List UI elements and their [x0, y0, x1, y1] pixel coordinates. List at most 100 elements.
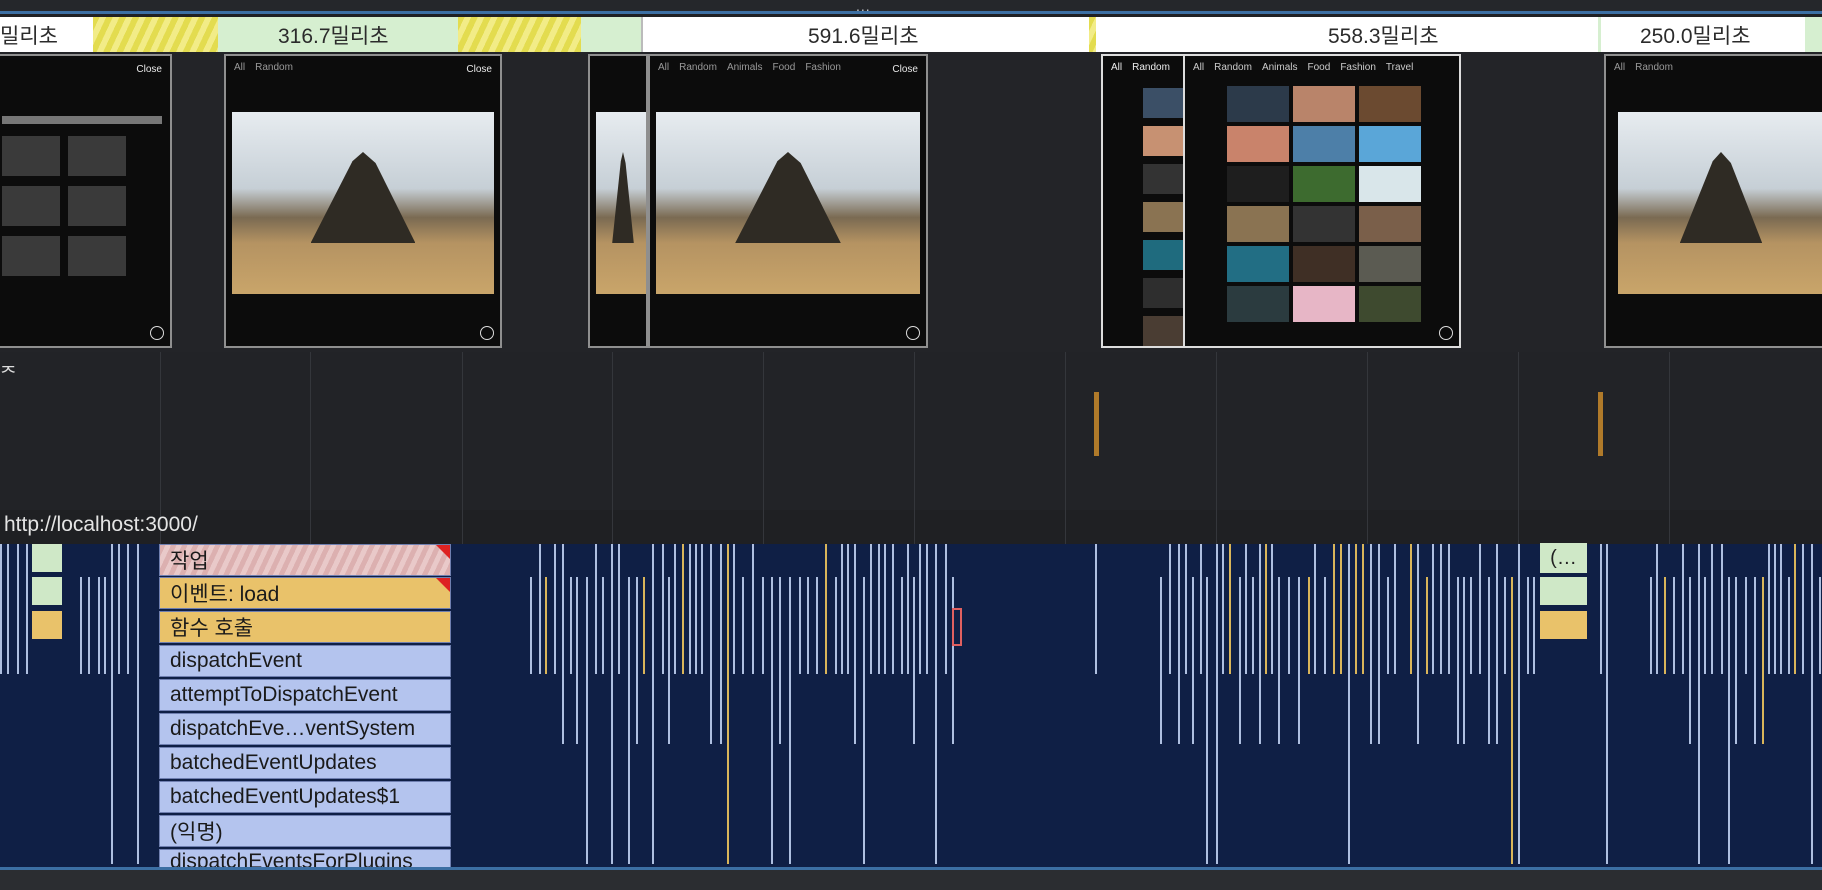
- flame-activity-tick[interactable]: [1324, 577, 1326, 674]
- flame-activity-tick[interactable]: [841, 544, 843, 674]
- function-call-block[interactable]: [32, 611, 62, 639]
- flame-task-block[interactable]: 작업: [159, 544, 451, 576]
- flame-activity-tick[interactable]: [771, 577, 773, 864]
- flame-activity-tick[interactable]: [1774, 544, 1776, 674]
- flame-activity-tick[interactable]: [586, 577, 588, 864]
- flame-activity-tick[interactable]: [1606, 544, 1608, 864]
- flame-activity-tick[interactable]: [1689, 577, 1691, 744]
- flame-activity-tick[interactable]: [1518, 544, 1520, 864]
- frame-segment-partial[interactable]: [458, 17, 581, 52]
- flame-activity-tick[interactable]: [618, 544, 620, 674]
- flame-event-block[interactable]: 이벤트: load: [159, 577, 451, 609]
- flame-activity-tick[interactable]: [1298, 577, 1300, 744]
- flame-activity-tick[interactable]: [1728, 577, 1730, 864]
- frame-screenshot[interactable]: All Random: [1604, 54, 1822, 348]
- flame-activity-tick[interactable]: [1448, 544, 1450, 674]
- frame-segment[interactable]: [581, 17, 641, 52]
- flame-activity-tick[interactable]: [863, 577, 865, 864]
- flame-activity-tick[interactable]: [1819, 577, 1821, 674]
- flame-activity-tick[interactable]: [1426, 577, 1428, 674]
- flame-activity-tick[interactable]: [1216, 544, 1218, 864]
- flame-activity-tick[interactable]: [926, 544, 928, 674]
- flame-activity-tick[interactable]: [847, 544, 849, 674]
- flame-activity-tick[interactable]: [870, 544, 872, 674]
- flame-activity-tick[interactable]: [1394, 544, 1396, 674]
- network-request-bar[interactable]: [1094, 392, 1099, 456]
- flame-activity-tick[interactable]: [1768, 544, 1770, 674]
- flame-activity-tick[interactable]: [1265, 544, 1267, 674]
- flame-activity-tick[interactable]: [884, 544, 886, 674]
- flame-activity-tick[interactable]: [611, 544, 613, 864]
- frame-screenshot[interactable]: [588, 54, 648, 348]
- flame-activity-tick[interactable]: [720, 544, 722, 744]
- flame-activity-tick[interactable]: [1600, 544, 1602, 674]
- flame-activity-tick[interactable]: [682, 544, 684, 674]
- flame-activity-tick[interactable]: [602, 577, 604, 674]
- flame-activity-tick[interactable]: [1682, 544, 1684, 674]
- flame-activity-tick[interactable]: [799, 577, 801, 674]
- flame-activity-tick[interactable]: [1754, 577, 1756, 744]
- flame-activity-tick[interactable]: [1780, 544, 1782, 674]
- frame-screenshot[interactable]: All Random Close: [224, 54, 502, 348]
- flame-activity-tick[interactable]: [825, 544, 827, 674]
- flame-activity-tick[interactable]: [17, 544, 19, 674]
- flame-script-block[interactable]: (익명): [159, 815, 451, 847]
- flame-activity-tick[interactable]: [674, 544, 676, 674]
- flame-activity-tick[interactable]: [689, 544, 691, 674]
- flame-activity-tick[interactable]: [1340, 544, 1342, 674]
- flame-activity-tick[interactable]: [1656, 544, 1658, 674]
- flame-activity-tick[interactable]: [1288, 577, 1290, 674]
- flame-script-block[interactable]: dispatchEventsForPlugins: [159, 849, 451, 867]
- flame-activity-tick[interactable]: [1794, 544, 1796, 674]
- flame-script-block[interactable]: batchedEventUpdates: [159, 747, 451, 779]
- flame-activity-tick[interactable]: [952, 577, 954, 744]
- flame-activity-tick[interactable]: [935, 544, 937, 864]
- flame-activity-tick[interactable]: [1192, 577, 1194, 744]
- flame-script-block[interactable]: dispatchEvent: [159, 645, 451, 677]
- flame-activity-tick[interactable]: [530, 577, 532, 674]
- flame-activity-tick[interactable]: [1432, 544, 1434, 674]
- flame-script-block[interactable]: attemptToDispatchEvent: [159, 679, 451, 711]
- flame-activity-tick[interactable]: [628, 577, 630, 864]
- flame-activity-tick[interactable]: [1378, 544, 1380, 744]
- frame-segment-partial[interactable]: [1089, 17, 1096, 52]
- flame-activity-tick[interactable]: [919, 544, 921, 674]
- flame-activity-tick[interactable]: [1259, 544, 1261, 744]
- flame-activity-tick[interactable]: [901, 577, 903, 674]
- flame-activity-tick[interactable]: [1721, 544, 1723, 674]
- flame-activity-tick[interactable]: [878, 544, 880, 674]
- flame-activity-tick[interactable]: [88, 577, 90, 674]
- flame-activity-tick[interactable]: [913, 577, 915, 744]
- flame-activity-tick[interactable]: [1504, 577, 1506, 674]
- flame-activity-tick[interactable]: [1271, 544, 1273, 674]
- flame-activity-tick[interactable]: [1470, 577, 1472, 674]
- flame-activity-tick[interactable]: [752, 544, 754, 674]
- flame-activity-tick[interactable]: [835, 577, 837, 674]
- main-thread-flame-chart[interactable]: 작업 이벤트: load 함수 호출 dispatchEvent attempt…: [0, 544, 1822, 870]
- flame-activity-tick[interactable]: [0, 544, 2, 674]
- flame-activity-tick[interactable]: [1735, 577, 1737, 744]
- flame-activity-tick[interactable]: [1664, 577, 1666, 674]
- flame-activity-tick[interactable]: [111, 544, 113, 864]
- flame-activity-tick[interactable]: [1348, 544, 1350, 864]
- flame-activity-tick[interactable]: [545, 577, 547, 674]
- flame-activity-tick[interactable]: [127, 544, 129, 674]
- flame-script-block[interactable]: dispatchEve…ventSystem: [159, 713, 451, 745]
- frame-screenshot[interactable]: Close: [0, 54, 172, 348]
- frame-segment-partial[interactable]: [93, 17, 218, 52]
- frame-screenshot[interactable]: All Random Animals Food Fashion Close: [648, 54, 928, 348]
- flame-activity-tick[interactable]: [570, 577, 572, 674]
- flame-activity-tick[interactable]: [892, 544, 894, 674]
- flame-activity-tick[interactable]: [1527, 577, 1529, 674]
- flame-activity-tick[interactable]: [1333, 544, 1335, 674]
- flame-activity-tick[interactable]: [727, 544, 729, 864]
- main-thread-url[interactable]: http://localhost:3000/: [4, 513, 198, 537]
- flame-activity-tick[interactable]: [1355, 544, 1357, 674]
- flame-activity-tick[interactable]: [1229, 544, 1231, 674]
- flame-activity-tick[interactable]: [554, 544, 556, 674]
- flame-script-block[interactable]: batchedEventUpdates$1: [159, 781, 451, 813]
- flame-activity-tick[interactable]: [98, 577, 100, 674]
- flame-activity-tick[interactable]: [1410, 544, 1412, 674]
- frame-screenshot[interactable]: All Random Animals Food Fashion Travel: [1183, 54, 1461, 348]
- idle-block[interactable]: [1540, 577, 1587, 605]
